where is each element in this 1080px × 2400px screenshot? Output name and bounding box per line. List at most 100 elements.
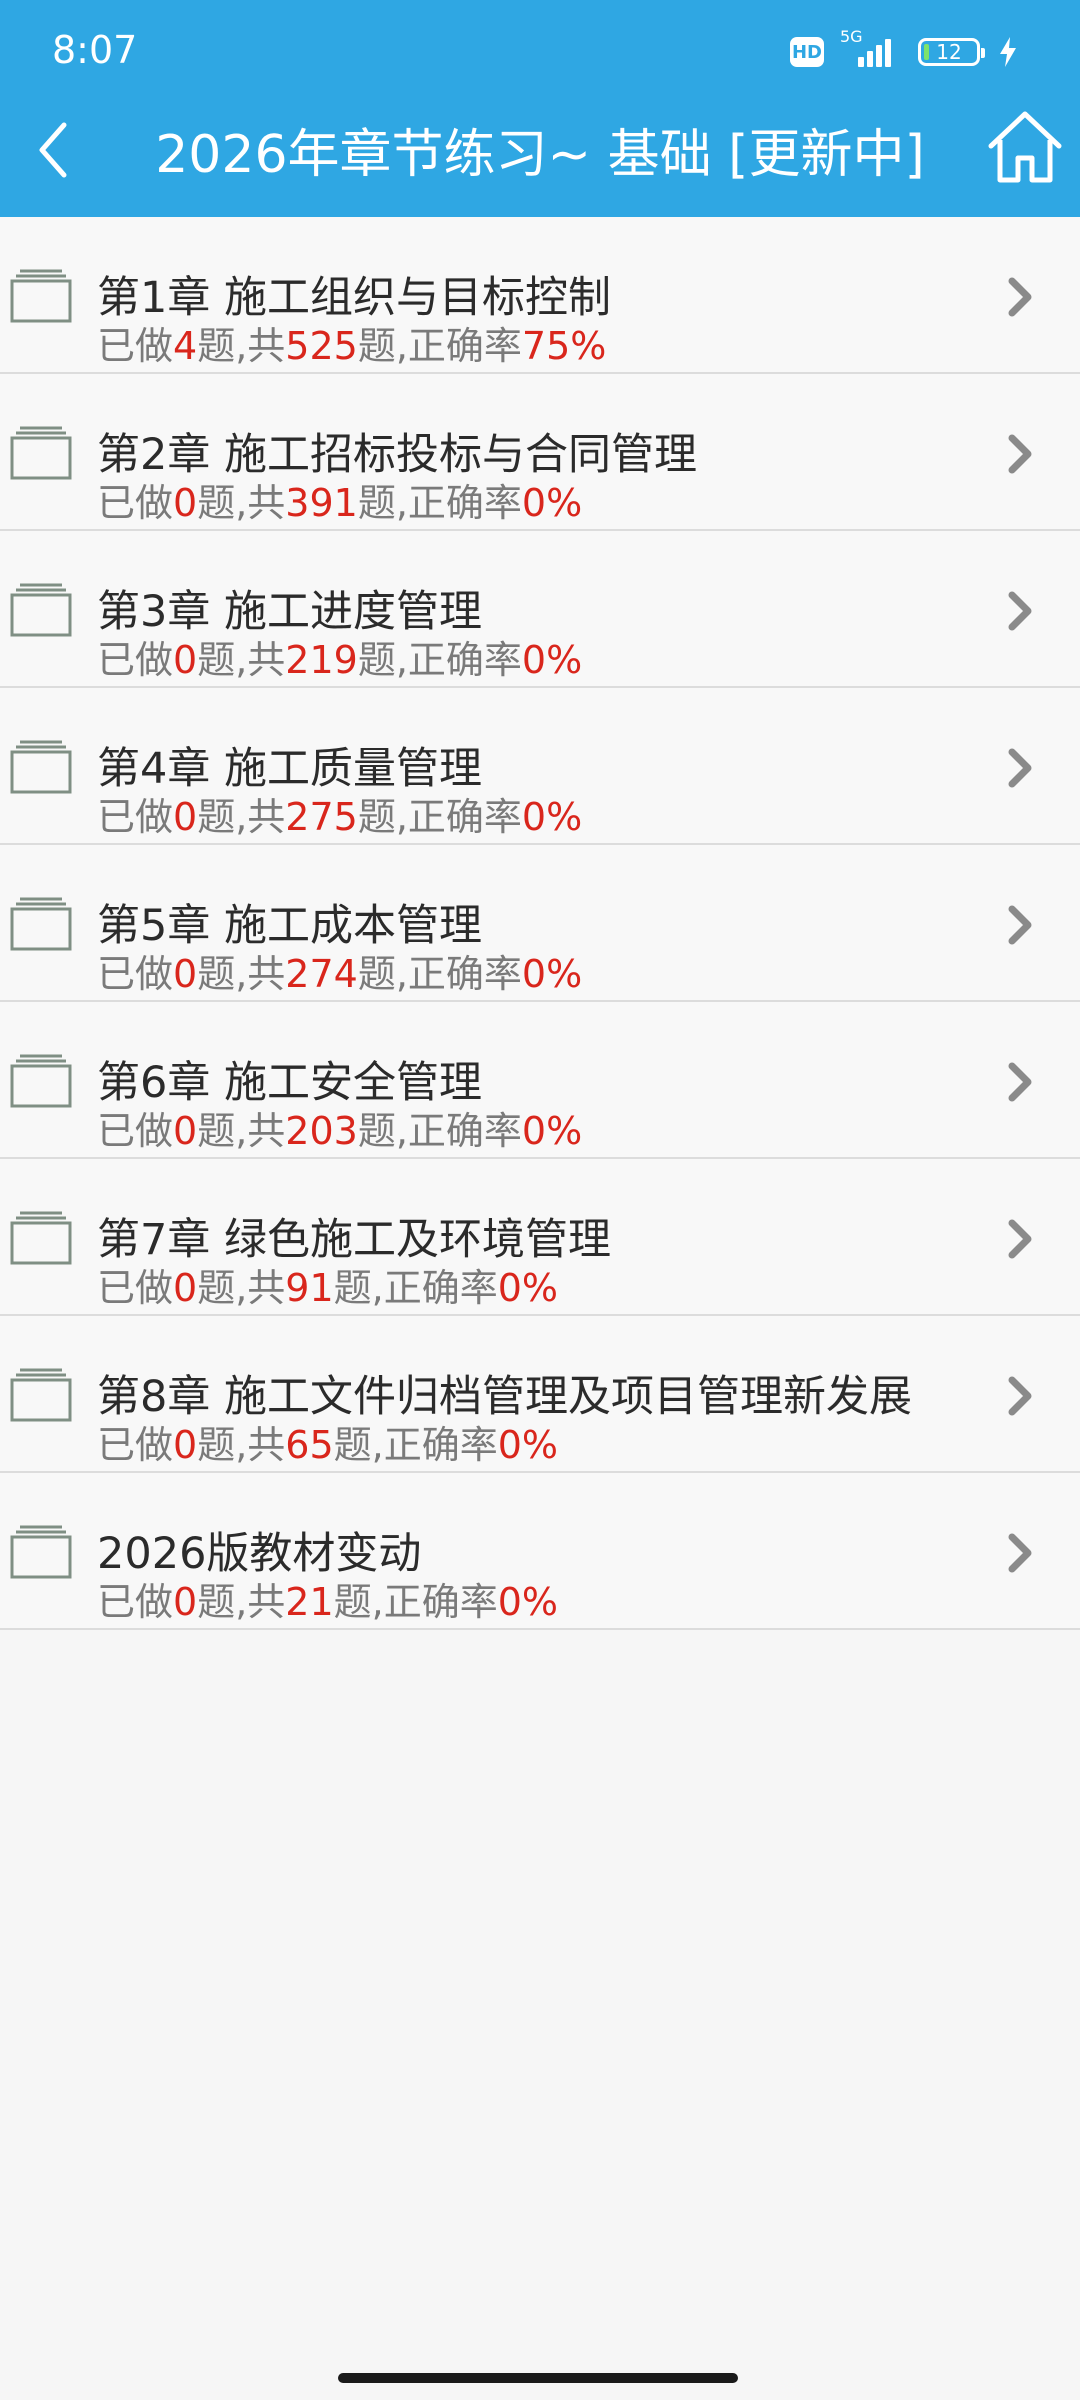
chapter-item[interactable]: 第1章 施工组织与目标控制 已做4题,共525题,正确率75% [0,217,1080,374]
home-indicator[interactable] [338,2373,738,2383]
done-label: 已做 [97,1266,174,1310]
accuracy-value: 0% [521,952,583,996]
done-count: 0 [173,1109,198,1153]
total-label: 题,共 [197,1266,286,1310]
chapter-item[interactable]: 第2章 施工招标投标与合同管理 已做0题,共391题,正确率0% [0,374,1080,531]
chapter-stats: 已做4题,共525题,正确率75% [97,315,606,370]
folder-icon [10,1211,72,1265]
chapter-item[interactable]: 第5章 施工成本管理 已做0题,共274题,正确率0% [0,845,1080,1002]
done-label: 已做 [97,1423,174,1467]
total-count: 275 [285,795,358,839]
total-count: 274 [285,952,358,996]
chapter-stats: 已做0题,共203题,正确率0% [97,1100,582,1155]
network-type: 5G [840,27,863,46]
folder-icon [10,583,72,637]
accuracy-value: 0% [521,1109,583,1153]
total-count: 203 [285,1109,358,1153]
accuracy-value: 0% [497,1266,559,1310]
chapter-stats: 已做0题,共275题,正确率0% [97,786,582,841]
chapter-stats: 已做0题,共274题,正确率0% [97,943,582,998]
app-header: 8:07 HD 5G 12 2026年章节练习~ 基础 [更新中] [0,0,1080,217]
folder-icon [10,740,72,794]
chapter-item[interactable]: 第3章 施工进度管理 已做0题,共219题,正确率0% [0,531,1080,688]
total-count: 91 [285,1266,334,1310]
accuracy-value: 0% [497,1423,559,1467]
total-label: 题,共 [197,1580,286,1624]
back-chevron-icon[interactable] [30,115,90,185]
charging-icon [1000,37,1016,67]
accuracy-label: 题,正确率 [357,795,522,839]
folder-icon [10,269,72,323]
accuracy-value: 0% [521,795,583,839]
done-label: 已做 [97,1109,174,1153]
done-count: 0 [173,1266,198,1310]
total-count: 65 [285,1423,334,1467]
home-icon[interactable] [985,108,1065,188]
page-title: 2026年章节练习~ 基础 [更新中] [155,125,925,185]
done-count: 0 [173,952,198,996]
total-count: 21 [285,1580,334,1624]
accuracy-value: 0% [521,638,583,682]
done-label: 已做 [97,795,174,839]
accuracy-label: 题,正确率 [333,1580,498,1624]
accuracy-value: 0% [521,481,583,525]
done-count: 0 [173,1580,198,1624]
chevron-right-icon [1008,434,1032,474]
total-label: 题,共 [197,1423,286,1467]
chapter-item[interactable]: 第8章 施工文件归档管理及项目管理新发展 已做0题,共65题,正确率0% [0,1316,1080,1473]
chevron-right-icon [1008,1219,1032,1259]
chapter-item[interactable]: 第4章 施工质量管理 已做0题,共275题,正确率0% [0,688,1080,845]
done-count: 0 [173,481,198,525]
total-count: 219 [285,638,358,682]
folder-icon [10,897,72,951]
done-count: 0 [173,638,198,682]
status-icons: HD 5G 12 [790,27,1020,72]
chevron-right-icon [1008,1062,1032,1102]
hd-icon: HD [790,37,824,67]
chapter-stats: 已做0题,共21题,正确率0% [97,1571,558,1626]
chapter-stats: 已做0题,共91题,正确率0% [97,1257,558,1312]
chapter-stats: 已做0题,共391题,正确率0% [97,472,582,527]
total-label: 题,共 [197,638,286,682]
battery-icon: 12 [918,38,985,66]
chevron-right-icon [1008,1533,1032,1573]
chevron-right-icon [1008,748,1032,788]
accuracy-label: 题,正确率 [357,324,522,368]
chevron-right-icon [1008,905,1032,945]
accuracy-label: 题,正确率 [357,638,522,682]
status-time: 8:07 [52,28,138,72]
done-count: 0 [173,795,198,839]
accuracy-label: 题,正确率 [357,481,522,525]
battery-level: 12 [936,40,962,64]
done-label: 已做 [97,324,174,368]
accuracy-label: 题,正确率 [357,1109,522,1153]
chevron-right-icon [1008,277,1032,317]
folder-icon [10,1054,72,1108]
accuracy-label: 题,正确率 [333,1266,498,1310]
done-count: 4 [173,324,198,368]
total-count: 391 [285,481,358,525]
done-label: 已做 [97,481,174,525]
signal-icon: 5G [840,27,902,67]
folder-icon [10,426,72,480]
chapter-item[interactable]: 2026版教材变动 已做0题,共21题,正确率0% [0,1473,1080,1630]
chapter-list: 第1章 施工组织与目标控制 已做4题,共525题,正确率75% 第2章 施工招标… [0,217,1080,1630]
chapter-item[interactable]: 第6章 施工安全管理 已做0题,共203题,正确率0% [0,1002,1080,1159]
total-label: 题,共 [197,324,286,368]
total-label: 题,共 [197,1109,286,1153]
accuracy-value: 0% [497,1580,559,1624]
accuracy-value: 75% [521,324,607,368]
total-label: 题,共 [197,795,286,839]
total-label: 题,共 [197,952,286,996]
total-label: 题,共 [197,481,286,525]
done-count: 0 [173,1423,198,1467]
chapter-item[interactable]: 第7章 绿色施工及环境管理 已做0题,共91题,正确率0% [0,1159,1080,1316]
folder-icon [10,1525,72,1579]
done-label: 已做 [97,638,174,682]
done-label: 已做 [97,1580,174,1624]
chapter-stats: 已做0题,共65题,正确率0% [97,1414,558,1469]
chevron-right-icon [1008,1376,1032,1416]
done-label: 已做 [97,952,174,996]
folder-icon [10,1368,72,1422]
accuracy-label: 题,正确率 [357,952,522,996]
